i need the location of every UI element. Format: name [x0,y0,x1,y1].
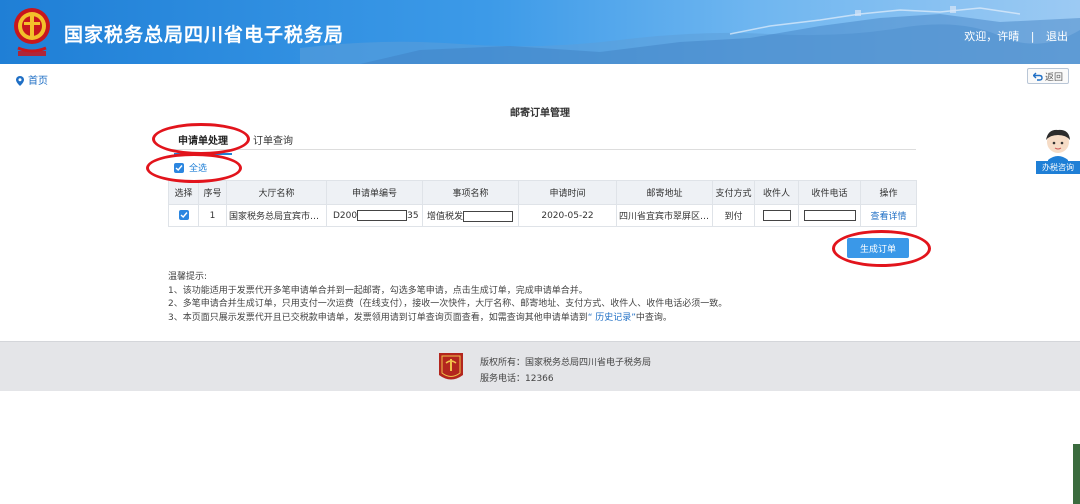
row-application-number: D200 35 [326,204,423,227]
redacted-box [357,210,408,221]
tips-section: 温馨提示: 1、该功能适用于发票代开多笔申请单合并到一起邮寄，勾选多笔申请，点击… [168,271,727,325]
row-item-name: 增值税发 [422,204,519,227]
item-name-prefix: 增值税发 [427,212,464,222]
location-pin-icon [16,76,24,86]
tax-consult-button[interactable]: 办税咨询 [1036,161,1080,174]
column-header: 邮寄地址 [616,180,713,205]
tips-line-1: 1、该功能适用于发票代开多笔申请单合并到一起邮寄，勾选多笔申请，点击生成订单，完… [168,285,588,296]
row-select-cell[interactable] [168,204,199,227]
select-all-checkbox[interactable]: 全选 [174,161,207,174]
column-header: 申请单编号 [326,180,423,205]
tab-order-query[interactable]: 订单查询 [253,132,293,147]
row-recipient [754,204,799,227]
row-action: 查看详情 [860,204,917,227]
column-header: 事项名称 [422,180,519,205]
tab-application-processing[interactable]: 申请单处理 [174,132,232,155]
scrollbar-thumb[interactable] [1073,444,1080,504]
tab-bar: 申请单处理 订单查询 [168,126,916,155]
tips-line-3-prefix: 3、本页面只展示发票代开且已交税款申请单，发票领用请到订单查询页面查看，如需查询… [168,312,588,323]
application-number-suffix: 35 [407,211,419,221]
back-button[interactable]: 返回 [1027,68,1069,84]
tips-line-3-suffix: 中查询。 [635,312,672,323]
logout-link[interactable]: 退出 [1046,28,1068,44]
welcome-text: 欢迎，许晴 [964,30,1020,43]
column-header: 序号 [198,180,227,205]
redacted-box [762,210,791,221]
user-area: 欢迎，许晴 | 退出 [964,28,1068,44]
redacted-box [463,211,514,222]
breadcrumb: 首页 [16,72,48,87]
generate-order-button[interactable]: 生成订单 [847,238,909,258]
checkbox-checked-icon [174,162,184,173]
tips-line-2: 2、多笔申请合并生成订单，只用支付一次运费（在线支付），接收一次快件，大厅名称、… [168,299,728,309]
tips-title: 温馨提示: [168,272,208,282]
checkbox-checked-icon [178,209,189,220]
return-arrow-icon [1032,72,1043,81]
table-row: 1 国家税务总局宜宾市翠... D200 35 增值税发 2020-05-22 四… [168,204,917,227]
row-hall-name: 国家税务总局宜宾市翠... [226,204,327,227]
page: 国家税务总局四川省电子税务局 欢迎，许晴 | 退出 首页 返回 邮寄订单管理 申… [0,0,1080,504]
column-header: 收件电话 [798,180,861,205]
row-recipient-phone [798,204,861,227]
view-details-link[interactable]: 查看详情 [870,212,906,222]
column-header: 大厅名称 [226,180,327,205]
footer-service-phone: 服务电话：12366 [480,374,554,384]
back-button-label: 返回 [1044,72,1063,83]
site-header: 国家税务总局四川省电子税务局 欢迎，许晴 | 退出 [0,0,1080,64]
site-title: 国家税务总局四川省电子税务局 [64,24,345,46]
breadcrumb-home[interactable]: 首页 [28,76,48,87]
row-application-time: 2020-05-22 [518,204,617,227]
separator: | [1030,30,1035,43]
column-header: 支付方式 [712,180,755,205]
history-record-link[interactable]: “ 历史记录” [588,313,636,323]
column-header: 申请时间 [518,180,617,205]
column-header: 操作 [860,180,917,205]
column-header: 收件人 [754,180,799,205]
tips-line-3: 3、本页面只展示发票代开且已交税款申请单，发票领用请到订单查询页面查看，如需查询… [168,312,727,326]
site-footer: 版权所有：国家税务总局四川省电子税务局 服务电话：12366 [0,341,1080,391]
row-index: 1 [198,204,227,227]
footer-copyright: 版权所有：国家税务总局四川省电子税务局 [480,358,652,368]
page-title: 邮寄订单管理 [510,108,570,119]
table-header-row: 选择 序号 大厅名称 申请单编号 事项名称 申请时间 邮寄地址 支付方式 收件人… [168,180,917,205]
row-payment-method: 到付 [712,204,755,227]
select-all-label: 全选 [189,164,208,174]
great-wall-banner [300,6,1080,64]
application-table: 选择 序号 大厅名称 申请单编号 事项名称 申请时间 邮寄地址 支付方式 收件人… [168,180,917,227]
row-mailing-address: 四川省宜宾市翠屏区翠... [616,204,713,227]
column-header: 选择 [168,180,199,205]
tax-seal-logo-icon [439,353,463,380]
redacted-box [803,210,856,221]
tax-emblem-icon [14,8,50,56]
application-number-prefix: D200 [333,211,358,221]
